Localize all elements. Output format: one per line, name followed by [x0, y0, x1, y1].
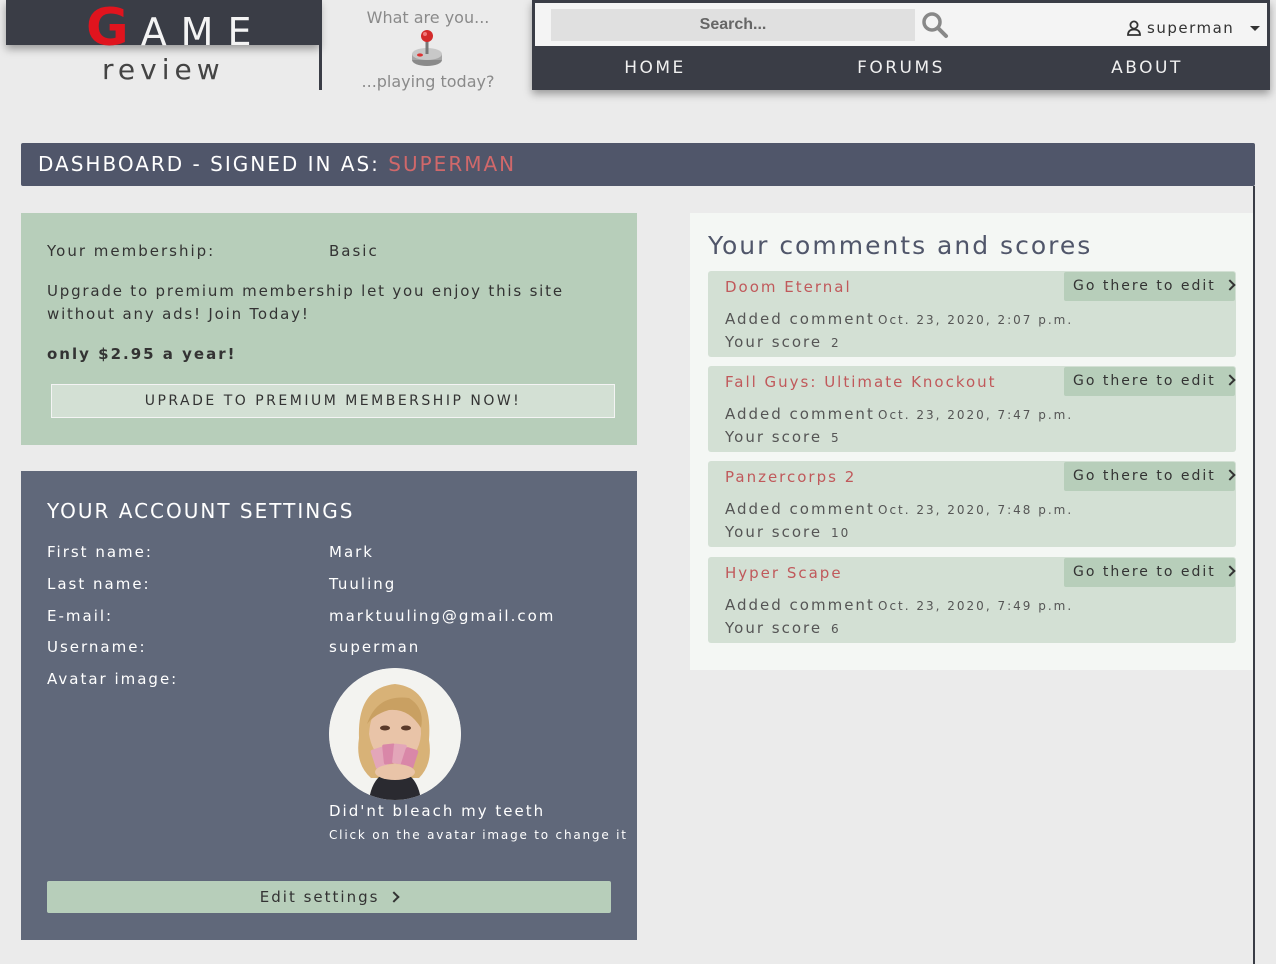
comment-card: Panzercorps 2 Go there to edit Added com… [708, 461, 1236, 547]
comment-card: Doom Eternal Go there to edit Added comm… [708, 271, 1236, 357]
page-right-border [1253, 186, 1255, 964]
last-name-label: Last name: [47, 575, 151, 593]
nav-home[interactable]: HOME [532, 46, 778, 90]
tagline-bottom: ...playing today? [361, 72, 495, 91]
added-comment-label: Added comment [725, 500, 875, 518]
nav-forums[interactable]: FORUMS [778, 46, 1024, 90]
caret-down-icon [1250, 25, 1261, 31]
chevron-right-icon [1224, 374, 1236, 386]
dashboard-title-bar: DASHBOARD - SIGNED IN AS: SUPERMAN [21, 143, 1255, 186]
membership-label: Your membership: [47, 242, 216, 260]
comment-date: Oct. 23, 2020, 2:07 p.m. [878, 313, 1074, 327]
comment-game-link[interactable]: Panzercorps 2 [725, 468, 856, 486]
score-label: Your score [725, 523, 823, 541]
added-comment-label: Added comment [725, 596, 875, 614]
chevron-right-icon [1224, 565, 1236, 577]
go-edit-button[interactable]: Go there to edit [1064, 367, 1236, 396]
score-label: Your score [725, 428, 823, 446]
added-comment-label: Added comment [725, 310, 875, 328]
comments-panel: Your comments and scores Doom Eternal Go… [690, 213, 1255, 670]
added-comment-label: Added comment [725, 405, 875, 423]
go-edit-button[interactable]: Go there to edit [1064, 272, 1236, 301]
dashboard-title: DASHBOARD - SIGNED IN AS: SUPERMAN [38, 143, 516, 186]
chevron-right-icon [388, 891, 400, 903]
last-name-value: Tuuling [329, 575, 397, 593]
go-edit-label: Go there to edit [1073, 564, 1216, 580]
nav-about[interactable]: ABOUT [1024, 46, 1270, 90]
membership-value: Basic [329, 242, 379, 260]
comment-date: Oct. 23, 2020, 7:49 p.m. [878, 599, 1074, 613]
edit-settings-label: Edit settings [259, 888, 380, 906]
tagline-top: What are you... [366, 8, 490, 27]
username-label: Username: [47, 638, 147, 656]
go-edit-label: Go there to edit [1073, 373, 1216, 389]
score-value: 6 [831, 622, 841, 636]
go-edit-button[interactable]: Go there to edit [1064, 462, 1236, 491]
score-label: Your score [725, 333, 823, 351]
logo-ame: AME [140, 10, 266, 54]
go-edit-label: Go there to edit [1073, 468, 1216, 484]
score-value: 10 [831, 526, 851, 540]
comment-card: Hyper Scape Go there to edit Added comme… [708, 557, 1236, 643]
score-value: 5 [831, 431, 841, 445]
header-divider [319, 0, 322, 90]
avatar-image[interactable] [329, 668, 461, 800]
score-value: 2 [831, 336, 841, 350]
first-name-label: First name: [47, 543, 153, 561]
comment-card: Fall Guys: Ultimate Knockout Go there to… [708, 366, 1236, 452]
go-edit-button[interactable]: Go there to edit [1064, 558, 1236, 587]
user-menu-username: superman [1147, 19, 1235, 37]
membership-price: only $2.95 a year! [47, 345, 237, 363]
top-bar-upper: superman [532, 0, 1270, 46]
logo-game-text: GAME [86, 2, 265, 58]
search-input[interactable] [551, 9, 915, 41]
membership-panel: Your membership: Basic Upgrade to premiu… [21, 213, 637, 445]
dashboard-title-prefix: DASHBOARD - SIGNED IN AS: [38, 152, 389, 176]
username-value: superman [329, 638, 421, 656]
user-icon [1127, 20, 1141, 36]
main-nav: HOME FORUMS ABOUT [532, 46, 1270, 90]
comment-date: Oct. 23, 2020, 7:48 p.m. [878, 503, 1074, 517]
logo-review-text: review [102, 53, 225, 86]
user-menu-dropdown[interactable]: superman [1127, 17, 1261, 39]
comment-game-link[interactable]: Hyper Scape [725, 564, 843, 582]
account-settings-title: YOUR ACCOUNT SETTINGS [47, 499, 355, 523]
avatar-portrait-icon [329, 668, 461, 800]
avatar-image-label: Avatar image: [47, 670, 179, 688]
comment-game-link[interactable]: Fall Guys: Ultimate Knockout [725, 373, 997, 391]
edit-settings-button[interactable]: Edit settings [47, 881, 611, 913]
comment-game-link[interactable]: Doom Eternal [725, 278, 852, 296]
first-name-value: Mark [329, 543, 374, 561]
top-bar: superman HOME FORUMS ABOUT [532, 0, 1270, 90]
dashboard-username: SUPERMAN [388, 152, 517, 176]
account-settings-panel: YOUR ACCOUNT SETTINGS First name: Mark L… [21, 471, 637, 940]
avatar-hint: Click on the avatar image to change it [329, 828, 628, 842]
membership-description: Upgrade to premium membership let you en… [47, 282, 564, 323]
chevron-right-icon [1224, 279, 1236, 291]
logo-banner[interactable]: GAME [6, 0, 320, 54]
avatar-caption: Did'nt bleach my teeth [329, 802, 546, 820]
chevron-right-icon [1224, 469, 1236, 481]
upgrade-premium-button[interactable]: UPRADE TO PREMIUM MEMBERSHIP NOW! [51, 384, 615, 418]
comments-title: Your comments and scores [708, 231, 1093, 260]
search-icon[interactable] [921, 11, 949, 39]
go-edit-label: Go there to edit [1073, 278, 1216, 294]
email-label: E-mail: [47, 607, 114, 625]
email-value: marktuuling@gmail.com [329, 607, 556, 625]
logo-g: G [86, 0, 141, 58]
comment-date: Oct. 23, 2020, 7:47 p.m. [878, 408, 1074, 422]
score-label: Your score [725, 619, 823, 637]
joystick-icon [412, 30, 442, 66]
